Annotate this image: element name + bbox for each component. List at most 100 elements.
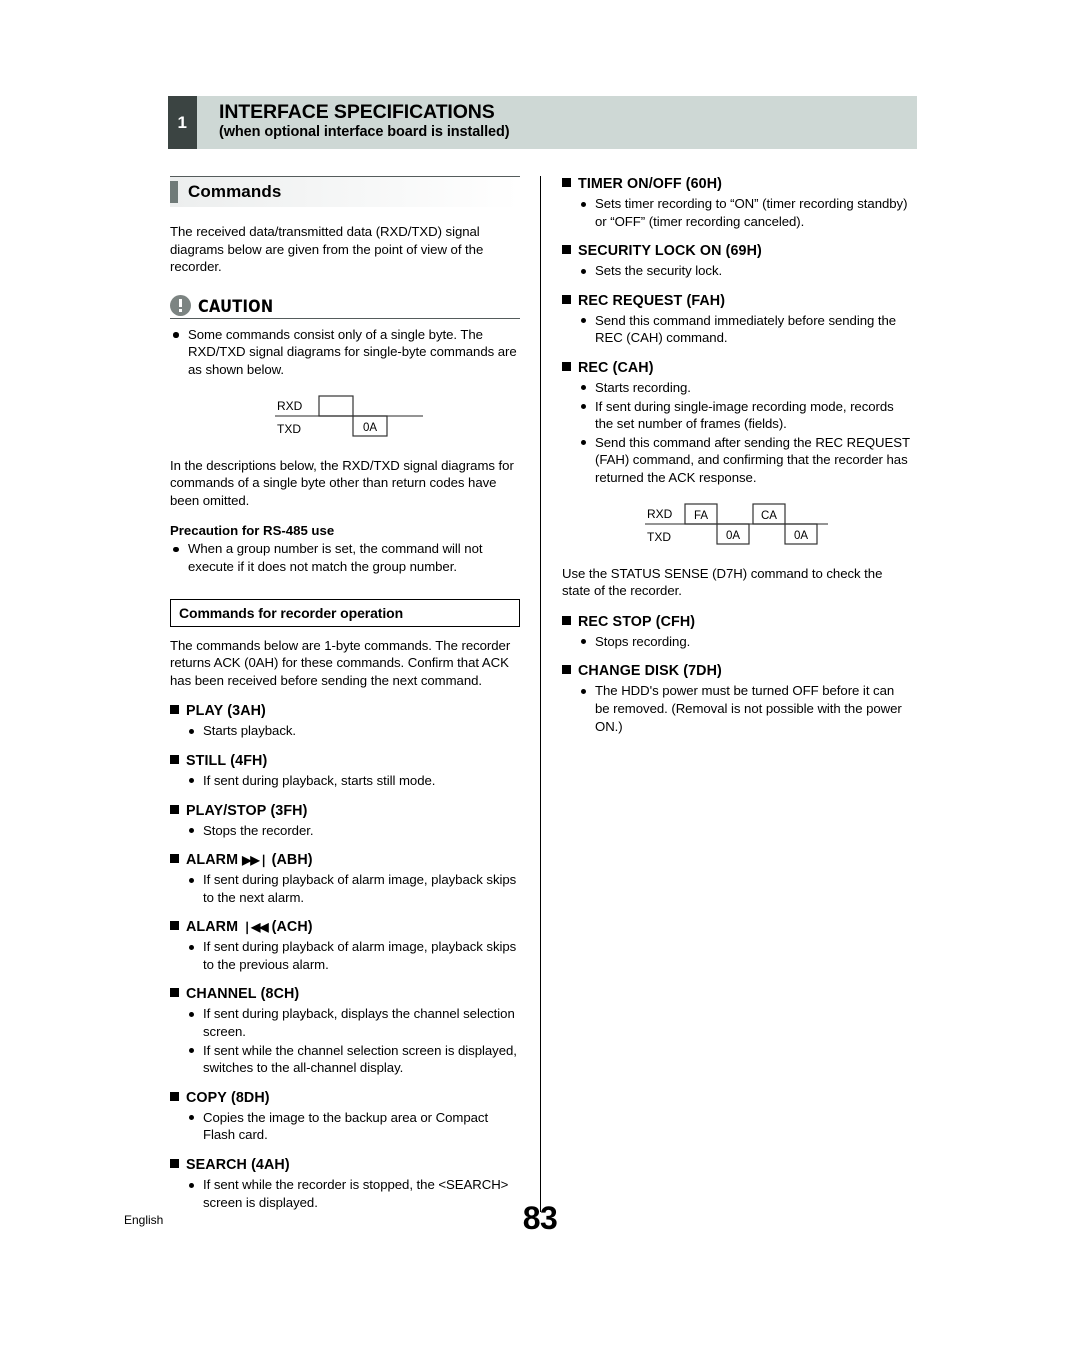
command-name: TIMER ON/OFF xyxy=(578,176,682,192)
command-bullets-security-lock-on: Sets the security lock. xyxy=(562,262,912,280)
page-number: 83 xyxy=(522,1200,558,1236)
command-code: (7DH) xyxy=(683,663,722,680)
rxd-box-value-2b: CA xyxy=(761,510,777,522)
list-item: Stops the recorder. xyxy=(170,822,520,840)
square-bullet-icon xyxy=(170,804,179,814)
command-heading-alarm-next: ALARM ▶▶❘ (ABH) xyxy=(170,852,520,868)
precaution-bullet-list: When a group number is set, the command … xyxy=(170,540,520,575)
command-name: REC REQUEST xyxy=(578,292,683,309)
list-item: If sent during playback, starts still mo… xyxy=(170,772,520,790)
command-heading-copy: COPY (8DH) xyxy=(170,1090,520,1106)
command-code: (3FH) xyxy=(270,802,308,819)
command-bullets-rec-request: Send this command immediately before sen… xyxy=(562,312,912,347)
command-bullets-play: Starts playback. xyxy=(170,722,520,740)
command-name: ALARM xyxy=(186,852,239,869)
square-bullet-icon xyxy=(170,1159,179,1169)
command-name: REC xyxy=(578,359,609,376)
txd-box-value-1: 0A xyxy=(363,422,377,434)
square-bullet-icon xyxy=(170,1091,179,1101)
command-code: (8CH) xyxy=(260,986,300,1003)
command-code: (FAH) xyxy=(686,292,726,309)
list-item: If sent during playback, displays the ch… xyxy=(170,1005,520,1040)
command-bullets-still: If sent during playback, starts still mo… xyxy=(170,772,520,790)
txd-box-value-2a: 0A xyxy=(725,530,739,542)
right-column: TIMER ON/OFF (60H) Sets timer recording … xyxy=(562,176,912,736)
square-bullet-icon xyxy=(562,665,571,675)
command-name: PLAY xyxy=(186,703,224,720)
command-code: (4FH) xyxy=(230,752,268,769)
list-item: Copies the image to the backup area or C… xyxy=(170,1109,520,1144)
command-heading-security-lock-on: SECURITY LOCK ON (69H) xyxy=(562,243,912,259)
command-code: (ACH) xyxy=(271,919,313,936)
list-item: The HDD's power must be turned OFF befor… xyxy=(562,682,912,735)
recorder-operation-box-title: Commands for recorder operation xyxy=(170,598,520,627)
command-bullets-timer-on-off: Sets timer recording to “ON” (timer reco… xyxy=(562,195,912,230)
command-name: STILL xyxy=(186,752,227,769)
caution-label: CAUTION xyxy=(198,296,274,317)
rxd-txd-diagram-1: RXD TXD 0A xyxy=(275,394,423,437)
list-item: If sent during playback of alarm image, … xyxy=(170,871,520,906)
command-heading-channel: CHANNEL (8CH) xyxy=(170,986,520,1002)
recorder-operation-intro: The commands below are 1-byte commands. … xyxy=(170,637,511,688)
square-bullet-icon xyxy=(562,361,571,371)
manual-page: 1 INTERFACE SPECIFICATIONS (when optiona… xyxy=(0,0,1080,1348)
command-heading-rec: REC (CAH) xyxy=(562,360,912,376)
command-heading-rec-stop: REC STOP (CFH) xyxy=(562,614,912,630)
command-code: (ABH) xyxy=(271,852,313,869)
section-intro-paragraph: The received data/transmitted data (RXD/… xyxy=(170,224,484,275)
chapter-header: 1 INTERFACE SPECIFICATIONS (when optiona… xyxy=(168,96,917,149)
list-item: Some commands consist only of a single b… xyxy=(170,326,520,379)
command-heading-still: STILL (4FH) xyxy=(170,753,520,769)
left-column: Commands The received data/transmitted d… xyxy=(170,176,520,1212)
command-bullets-change-disk: The HDD's power must be turned OFF befor… xyxy=(562,682,912,735)
command-name: CHANNEL xyxy=(186,986,257,1003)
list-item: If sent during playback of alarm image, … xyxy=(170,938,520,973)
status-sense-note: Use the STATUS SENSE (D7H) command to ch… xyxy=(562,565,883,599)
square-bullet-icon xyxy=(562,294,571,304)
chapter-title-bar: INTERFACE SPECIFICATIONS (when optional … xyxy=(197,96,917,149)
rxd-box-value-2a: FA xyxy=(693,510,707,522)
caution-block: CAUTION Some commands consist only of a … xyxy=(170,292,520,379)
command-name: REC STOP xyxy=(578,613,652,630)
command-code: (8DH) xyxy=(231,1089,270,1106)
command-code: (60H) xyxy=(685,176,722,192)
list-item: Stops recording. xyxy=(562,633,912,651)
rxd-label-1: RXD xyxy=(277,399,303,413)
txd-box-value-2b: 0A xyxy=(793,530,807,542)
command-name: PLAY/STOP xyxy=(186,802,267,819)
caution-bullet-list: Some commands consist only of a single b… xyxy=(170,326,520,379)
square-bullet-icon xyxy=(170,705,179,715)
txd-label-1: TXD xyxy=(277,422,301,436)
exclamation-circle-icon xyxy=(170,294,191,316)
command-heading-change-disk: CHANGE DISK (7DH) xyxy=(562,663,912,679)
skip-backward-icon: ❘◀◀ xyxy=(242,920,269,935)
caution-after-paragraph: In the descriptions below, the RXD/TXD s… xyxy=(170,457,514,508)
list-item: If sent during single-image recording mo… xyxy=(562,398,912,433)
command-heading-play-stop: PLAY/STOP (3FH) xyxy=(170,803,520,819)
page-subtitle: (when optional interface board is instal… xyxy=(219,124,510,140)
list-item: Sets timer recording to “ON” (timer reco… xyxy=(562,195,912,230)
section-header-commands: Commands xyxy=(170,176,520,207)
command-code: (CAH) xyxy=(612,359,654,376)
command-heading-timer-on-off: TIMER ON/OFF (60H) xyxy=(562,176,912,192)
command-code: (CFH) xyxy=(655,613,696,630)
txd-label-2: TXD xyxy=(647,530,671,544)
command-bullets-rec-stop: Stops recording. xyxy=(562,633,912,651)
signal-diagram-rec-sequence: RXD TXD FA 0A CA 0A xyxy=(562,501,912,549)
command-name: SECURITY LOCK ON xyxy=(578,243,722,260)
command-code: (3AH) xyxy=(227,703,266,720)
command-code: (4AH) xyxy=(251,1157,290,1174)
command-heading-alarm-prev: ALARM ❘◀◀ (ACH) xyxy=(170,919,520,935)
square-bullet-icon xyxy=(170,854,179,864)
command-heading-search: SEARCH (4AH) xyxy=(170,1157,520,1173)
square-bullet-icon xyxy=(170,921,179,931)
column-divider xyxy=(540,176,541,1212)
square-bullet-icon xyxy=(170,754,179,764)
list-item: Send this command after sending the REC … xyxy=(562,434,912,487)
square-bullet-icon xyxy=(562,178,571,187)
command-bullets-play-stop: Stops the recorder. xyxy=(170,822,520,840)
recorder-command-list: PLAY (3AH) Starts playback. STILL (4FH) … xyxy=(170,703,520,1211)
section-title-label: Commands xyxy=(188,182,282,201)
rxd-label-2: RXD xyxy=(647,507,673,521)
command-bullets-alarm-next: If sent during playback of alarm image, … xyxy=(170,871,520,906)
